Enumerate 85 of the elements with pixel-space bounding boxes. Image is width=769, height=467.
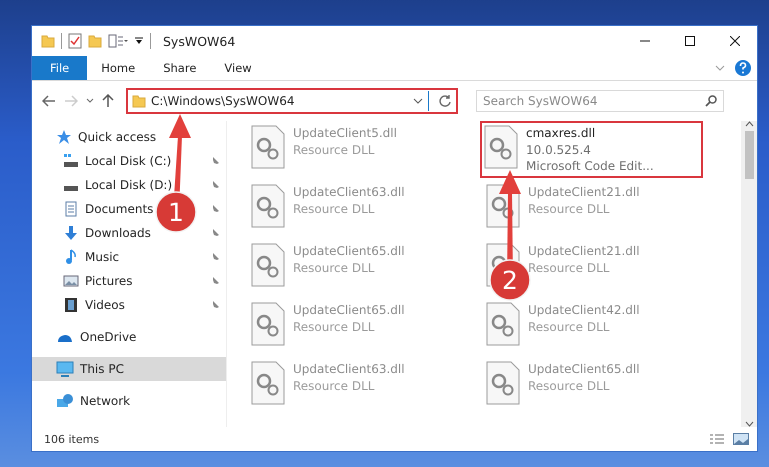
back-button[interactable]	[42, 95, 56, 107]
dll-file-icon	[486, 302, 520, 346]
folder-icon	[88, 34, 102, 48]
monitor-icon	[56, 361, 74, 377]
ribbon-tab[interactable]: Home	[87, 56, 150, 80]
properties-icon	[108, 34, 128, 48]
scrollbar[interactable]	[741, 121, 757, 427]
sidebar-item[interactable]: OneDrive	[80, 330, 136, 344]
file-detail: Resource DLL	[528, 378, 610, 394]
pin-icon	[210, 180, 220, 190]
ribbon-tab[interactable]: File	[32, 56, 88, 80]
chevron-icon	[86, 98, 94, 104]
pin-icon	[210, 252, 220, 262]
sidebar-item[interactable]: Music	[85, 250, 120, 264]
search-field[interactable]: Search SysWOW64	[476, 90, 724, 112]
file-detail: Microsoft Code Edit...	[526, 158, 654, 174]
ribbon-tab[interactable]: Share	[149, 56, 210, 80]
up-button[interactable]	[102, 94, 114, 108]
chevron-icon	[413, 98, 423, 104]
sidebar-item[interactable]: This PC	[80, 362, 124, 376]
file-detail: Resource DLL	[293, 319, 374, 335]
step-badge: 1	[155, 191, 197, 233]
file-detail: Resource DLL	[293, 142, 374, 158]
music-icon	[63, 249, 79, 265]
dll-file-icon	[486, 361, 520, 405]
file-detail: Resource DLL	[528, 201, 610, 217]
download-icon	[63, 225, 79, 241]
pin-icon	[210, 204, 220, 214]
file-detail: Resource DLL	[293, 378, 374, 394]
list-icon	[709, 433, 725, 445]
chevron-icon	[744, 421, 754, 427]
address-bar[interactable]: C:\Windows\SysWOW64	[126, 88, 458, 114]
drive-icon	[64, 186, 78, 190]
pin-icon	[210, 300, 220, 310]
pin-icon	[210, 276, 220, 286]
pin-icon	[210, 228, 220, 238]
folder-icon	[41, 34, 55, 48]
item-count: 106 items	[44, 432, 100, 446]
scrollbar-thumb[interactable]	[744, 131, 754, 179]
up-arrow-icon	[102, 94, 114, 108]
sidebar-item[interactable]: Pictures	[85, 274, 133, 288]
file-detail: Resource DLL	[528, 260, 610, 276]
recent-locations-button[interactable]	[86, 98, 94, 104]
sidebar-item[interactable]: Documents	[85, 202, 154, 216]
drive-icon	[63, 153, 79, 169]
film-icon	[63, 297, 79, 313]
dll-file-icon	[251, 361, 285, 405]
dll-file-icon	[251, 125, 285, 169]
back-arrow-icon	[42, 95, 56, 107]
file-detail: Resource DLL	[293, 201, 374, 217]
help-icon	[735, 60, 751, 76]
close-icon	[730, 36, 740, 46]
dll-file-icon	[251, 243, 285, 287]
window-title: SysWOW64	[163, 34, 236, 48]
details-view-button[interactable]	[709, 433, 725, 445]
file-detail: Resource DLL	[293, 260, 374, 276]
ribbon-tab[interactable]: View	[210, 56, 266, 80]
star-icon	[56, 129, 72, 145]
maximize-icon	[684, 36, 694, 46]
chevron-icon	[715, 65, 725, 71]
network-icon	[56, 393, 74, 409]
checklist-icon	[68, 33, 82, 49]
dll-file-icon	[251, 302, 285, 346]
picture-icon	[733, 433, 749, 445]
folder-icon	[132, 94, 146, 108]
picture-icon	[63, 273, 79, 289]
dll-file-icon	[251, 184, 285, 228]
sidebar-item[interactable]: Local Disk (D:)	[85, 178, 172, 192]
chevron-icon	[744, 121, 754, 127]
sidebar-item[interactable]: Quick access	[78, 130, 156, 144]
pin-icon	[210, 156, 220, 166]
tiles-view-button[interactable]	[733, 433, 749, 445]
caret-icon	[134, 36, 144, 46]
file-name[interactable]: cmaxres.dll	[526, 125, 596, 142]
forward-arrow-icon	[64, 95, 78, 107]
file-detail: Resource DLL	[528, 319, 610, 335]
sidebar-item[interactable]: Network	[80, 394, 130, 408]
file-detail: 10.0.525.4	[526, 142, 591, 158]
document-icon	[63, 201, 79, 217]
search-icon	[705, 95, 717, 107]
sidebar-item[interactable]: Local Disk (C:)	[85, 154, 172, 168]
sidebar-item[interactable]: Downloads	[85, 226, 151, 240]
dll-file-icon	[484, 125, 518, 169]
sidebar-item[interactable]: Videos	[85, 298, 125, 312]
refresh-icon	[439, 95, 451, 107]
